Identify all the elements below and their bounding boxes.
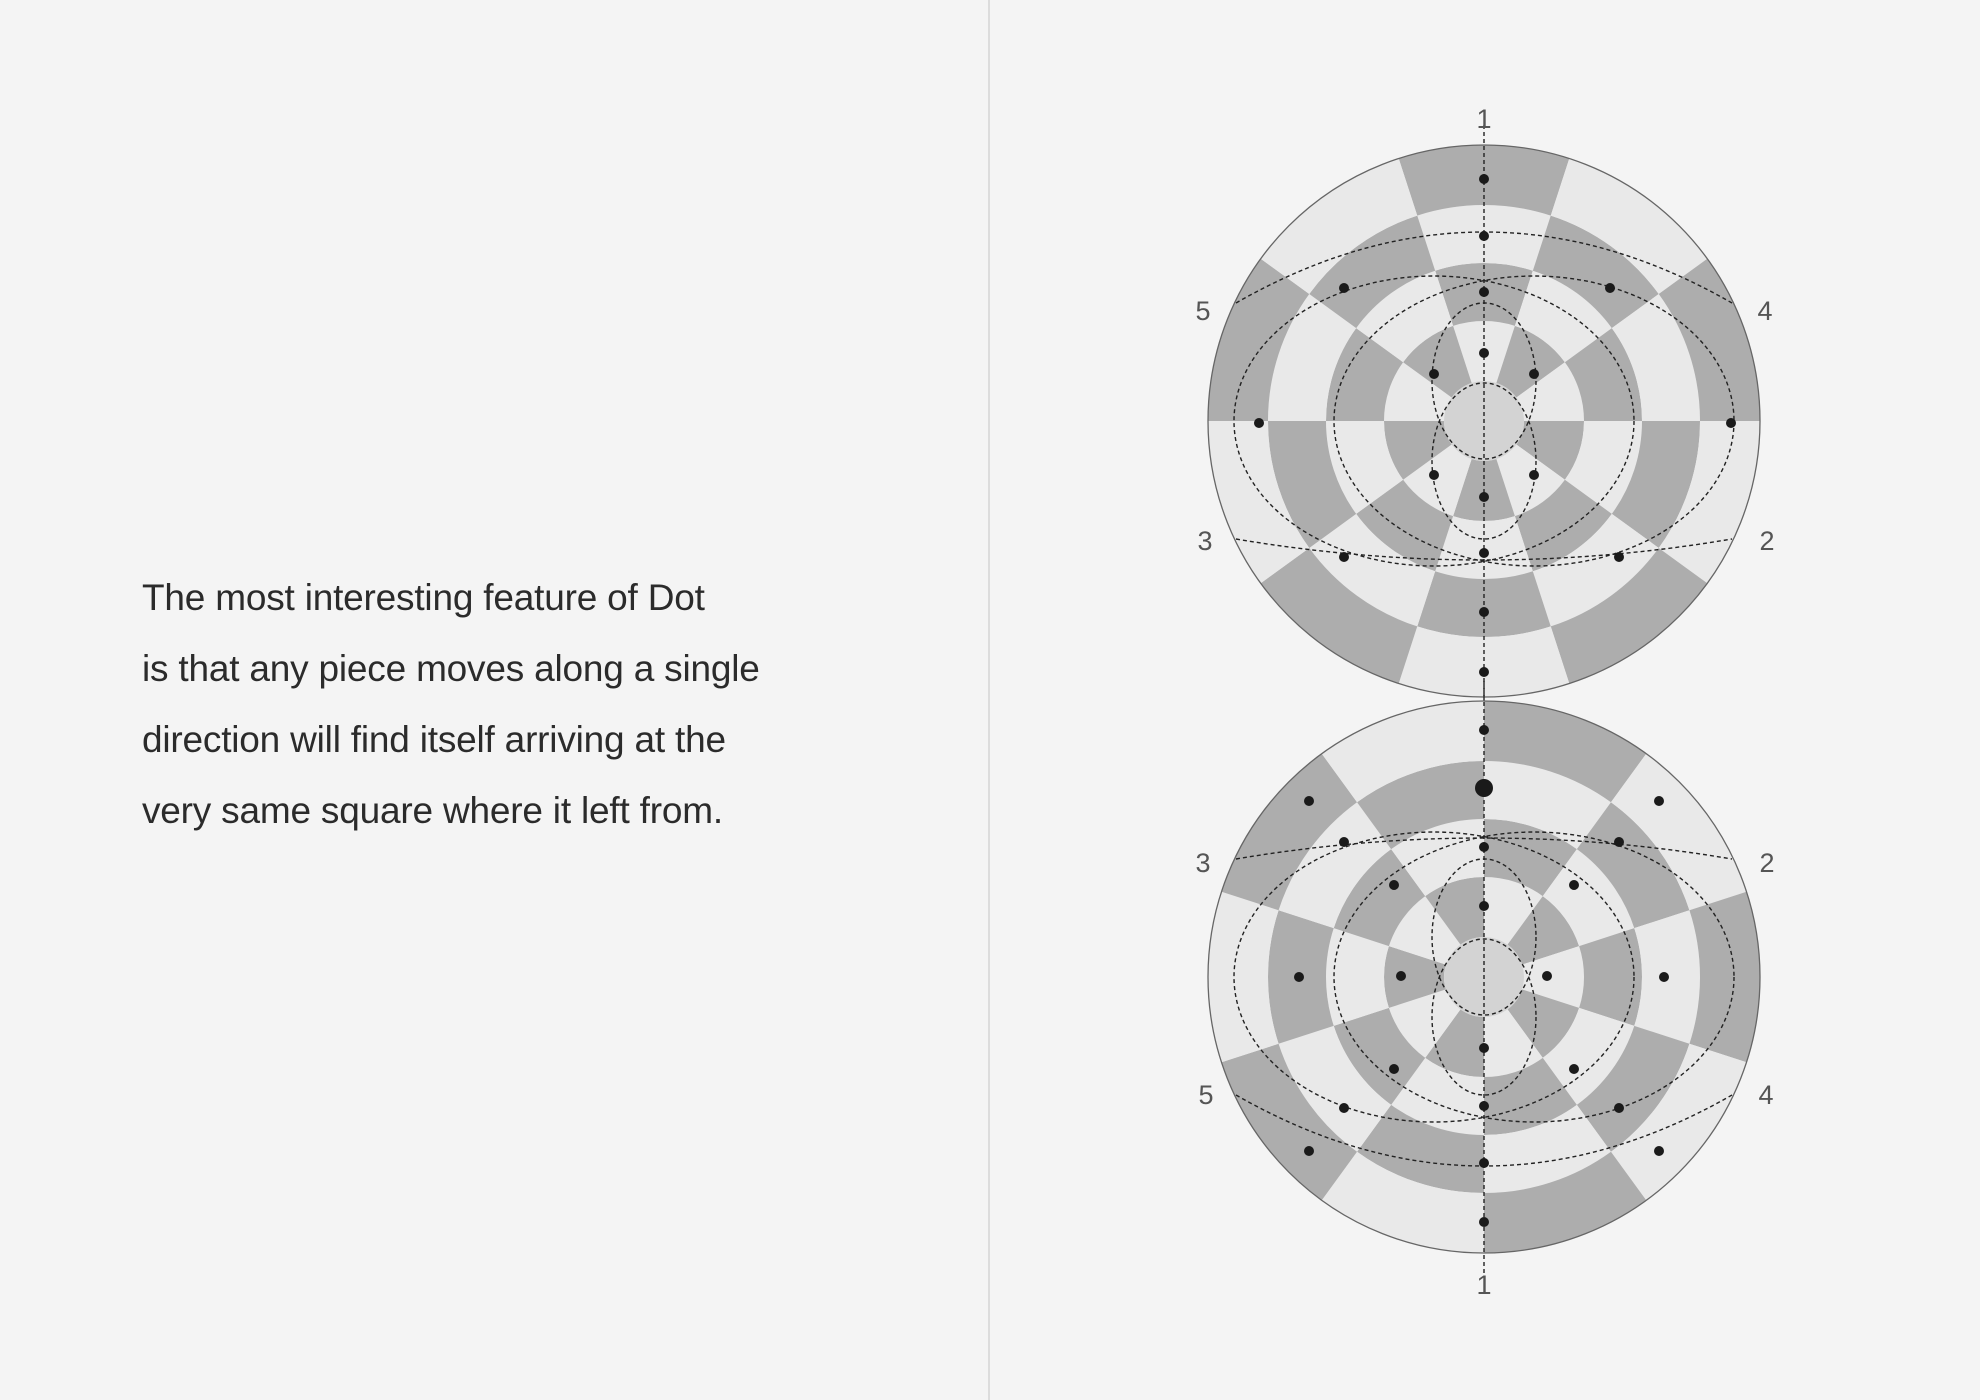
board-dot — [1396, 971, 1406, 981]
board-dot — [1389, 1064, 1399, 1074]
board-dot — [1479, 725, 1489, 735]
board-dot — [1479, 287, 1489, 297]
board-dot — [1479, 1101, 1489, 1111]
bottom-board — [1207, 681, 1761, 1273]
board-dot — [1659, 972, 1669, 982]
board-dot — [1479, 174, 1489, 184]
board-dot — [1479, 901, 1489, 911]
board-dot — [1569, 1064, 1579, 1074]
board-dot — [1479, 1043, 1489, 1053]
left-page: The most interesting feature of Dot is t… — [0, 0, 988, 1400]
board-dot — [1605, 283, 1615, 293]
top-label-5: 5 — [1195, 296, 1210, 326]
body-text: The most interesting feature of Dot is t… — [142, 562, 902, 846]
body-text-line-4: very same square where it left from. — [142, 790, 723, 831]
board-dot — [1614, 552, 1624, 562]
top-label-1: 1 — [1476, 104, 1491, 134]
body-text-line-2: is that any piece moves along a single — [142, 648, 760, 689]
board-dot — [1479, 842, 1489, 852]
top-label-2: 2 — [1759, 526, 1774, 556]
board-cell — [1689, 891, 1760, 1063]
bottom-label-5: 5 — [1198, 1080, 1213, 1110]
board-cell — [1208, 891, 1279, 1063]
board-dot — [1529, 470, 1539, 480]
board-dot — [1429, 470, 1439, 480]
board-dot — [1479, 1158, 1489, 1168]
board-dot — [1294, 972, 1304, 982]
board-dot — [1654, 796, 1664, 806]
board-dot — [1542, 971, 1552, 981]
board-dot — [1614, 837, 1624, 847]
board-dot — [1429, 369, 1439, 379]
bottom-label-4: 4 — [1758, 1080, 1773, 1110]
board-dot — [1569, 880, 1579, 890]
body-text-line-3: direction will find itself arriving at t… — [142, 719, 726, 760]
right-page: 1 5 4 3 2 3 2 5 4 1 — [990, 0, 1980, 1400]
board-dot — [1389, 880, 1399, 890]
board-dot — [1479, 348, 1489, 358]
bottom-label-2: 2 — [1759, 848, 1774, 878]
top-label-4: 4 — [1757, 296, 1772, 326]
bottom-label-1: 1 — [1476, 1270, 1491, 1300]
board-dot — [1479, 231, 1489, 241]
board-dot — [1304, 1146, 1314, 1156]
board-dot — [1339, 1103, 1349, 1113]
board-dot — [1339, 283, 1349, 293]
body-text-line-1: The most interesting feature of Dot — [142, 577, 705, 618]
board-dot — [1614, 1103, 1624, 1113]
dot-board-diagram: 1 5 4 3 2 3 2 5 4 1 — [1195, 104, 1774, 1300]
top-board — [1207, 125, 1761, 717]
board-dot — [1304, 796, 1314, 806]
board-dot — [1479, 607, 1489, 617]
board-dot — [1479, 492, 1489, 502]
board-dot — [1479, 1217, 1489, 1227]
board-dot — [1479, 667, 1489, 677]
board-dot — [1726, 418, 1736, 428]
board-dot — [1339, 552, 1349, 562]
top-label-3: 3 — [1197, 526, 1212, 556]
board-dot — [1254, 418, 1264, 428]
board-dot — [1654, 1146, 1664, 1156]
piece-large-dot — [1475, 779, 1493, 797]
board-dot — [1339, 837, 1349, 847]
board-dot — [1479, 548, 1489, 558]
bottom-label-3: 3 — [1195, 848, 1210, 878]
board-dot — [1529, 369, 1539, 379]
